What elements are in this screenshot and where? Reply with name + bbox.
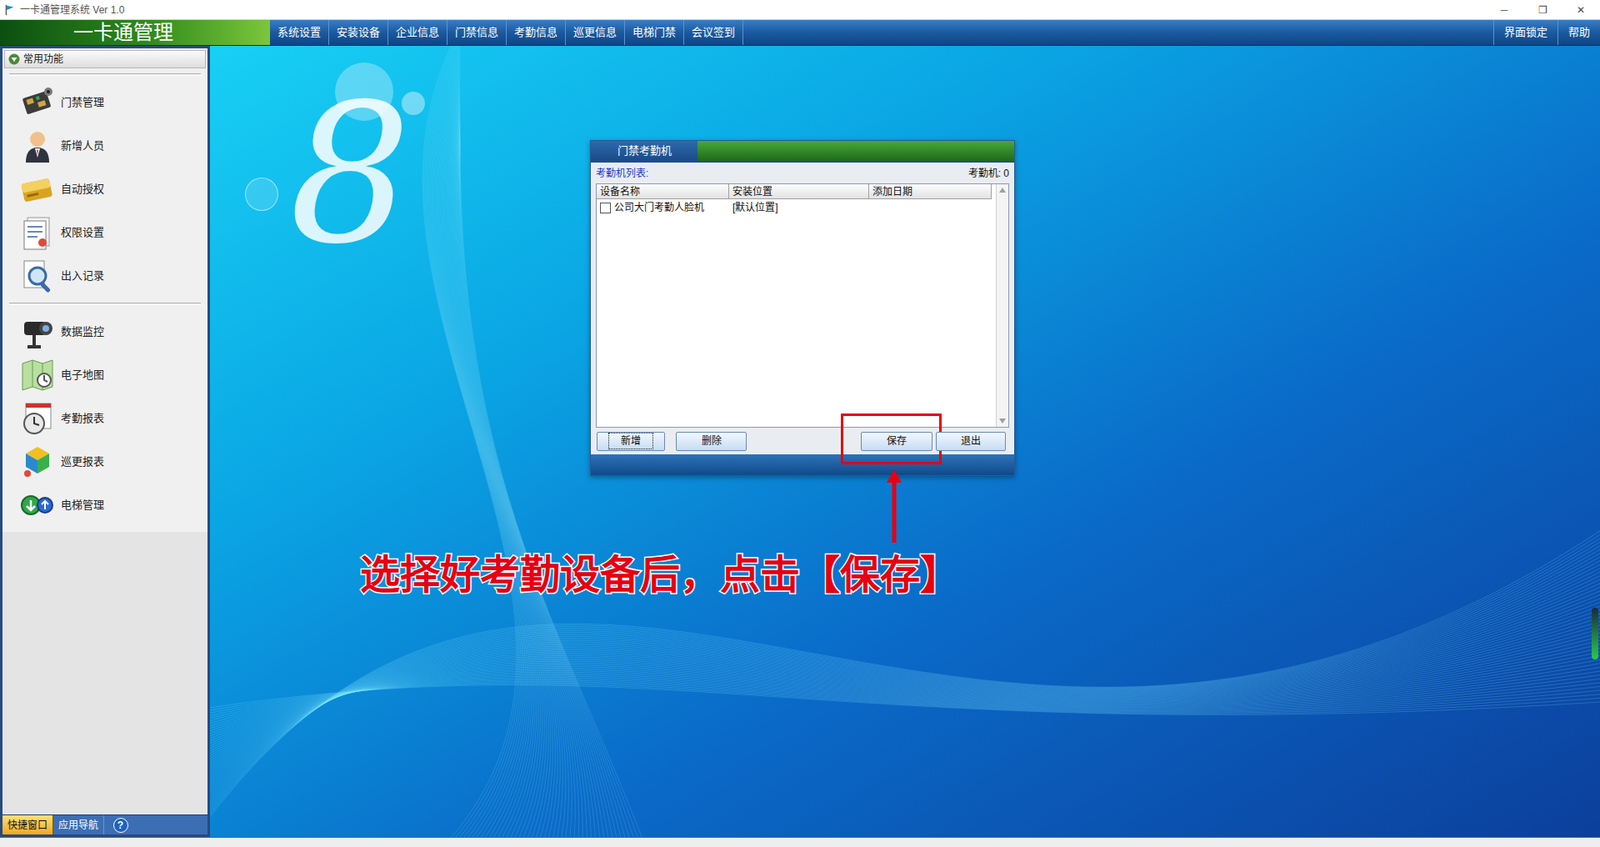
window-title: 一卡通管理系统 Ver 1.0 [20, 2, 125, 18]
dialog-button[interactable]: 新增 [596, 431, 665, 451]
menu-item[interactable]: 安装设备 [329, 20, 389, 45]
sidebar-item-label: 考勤报表 [60, 410, 105, 427]
help-tab[interactable]: ? [103, 815, 137, 835]
sidebar-item-icon [17, 257, 58, 295]
bubble-graphic [245, 177, 279, 211]
annotation-text: 选择好考勤设备后，点击【保存】 [360, 550, 960, 600]
sidebar-item[interactable]: 巡更报表 [2, 440, 208, 484]
sidebar-item[interactable]: 门禁管理 [2, 80, 208, 125]
table-row[interactable]: 公司大门考勤人脸机 [默认位置] [596, 199, 996, 216]
menu-item[interactable]: 门禁信息 [447, 20, 507, 45]
sidebar-item[interactable]: 权限设置 [2, 210, 208, 255]
dialog-header: 门禁考勤机 [590, 140, 1015, 163]
menu-right-item[interactable]: 界面锁定 [1493, 20, 1558, 45]
help-icon: ? [113, 817, 129, 833]
sidebar-tab[interactable]: 快捷窗口 [2, 815, 54, 835]
table-cell: 公司大门考勤人脸机 [596, 200, 730, 215]
title-bar: 一卡通管理系统 Ver 1.0 ─❐✕ [0, 0, 1600, 20]
scrollbar[interactable] [995, 184, 1009, 427]
sidebar: 常用功能门禁管理新增人员自动授权权限设置出入记录数据监控电子地图考勤报表巡更报表… [0, 45, 210, 837]
close-button[interactable]: ✕ [1561, 0, 1600, 20]
sidebar-separator [9, 73, 201, 76]
sidebar-item[interactable]: 电子地图 [2, 353, 208, 397]
sidebar-item-icon [17, 84, 58, 121]
menu-item[interactable]: 企业信息 [388, 20, 448, 45]
sidebar-item-icon [17, 214, 58, 251]
button-row: 新增 删除 保存 退出 [590, 427, 1015, 455]
sidebar-item-label: 自动授权 [60, 180, 105, 198]
menu-right-item[interactable]: 帮助 [1557, 20, 1600, 45]
list-label: 考勤机列表: [595, 165, 649, 181]
side-indicator [1591, 607, 1599, 660]
sidebar-item-icon [17, 313, 58, 350]
column-header[interactable]: 设备名称 [596, 184, 730, 200]
minimize-button[interactable]: ─ [1485, 0, 1524, 20]
dialog-tab[interactable]: 门禁考勤机 [590, 140, 698, 161]
flag-icon [3, 3, 17, 17]
sidebar-item-label: 巡更报表 [60, 453, 105, 470]
sidebar-list: 门禁管理新增人员自动授权权限设置出入记录数据监控电子地图考勤报表巡更报表电梯管理 [2, 68, 208, 532]
restore-button[interactable]: ❐ [1523, 0, 1562, 20]
sidebar-item-label: 电梯管理 [60, 496, 105, 514]
sidebar-item-label: 新增人员 [60, 137, 105, 155]
menu-item[interactable]: 会议签到 [684, 20, 744, 45]
sidebar-item-icon [17, 170, 58, 208]
sidebar-item-icon [17, 356, 58, 394]
sidebar-tabs: 快捷窗口应用导航? [2, 814, 208, 835]
sidebar-item-icon [17, 443, 58, 480]
device-table: 设备名称安装位置添加日期公司大门考勤人脸机[默认位置] [595, 183, 1010, 428]
dialog-button[interactable]: 保存 [860, 431, 933, 451]
dialog-button[interactable]: 删除 [675, 431, 747, 451]
button-label: 退出 [948, 432, 994, 450]
row-checkbox[interactable] [600, 202, 611, 214]
cell-text: 公司大门考勤人脸机 [614, 200, 705, 215]
sidebar-item[interactable]: 出入记录 [2, 254, 208, 298]
menu-item[interactable]: 电梯门禁 [625, 20, 685, 45]
scroll-down-icon[interactable] [999, 418, 1006, 424]
sidebar-item[interactable]: 考勤报表 [2, 396, 208, 440]
sidebar-tab[interactable]: 应用导航 [53, 815, 104, 835]
dialog-footer [590, 454, 1015, 475]
sidebar-item-label: 门禁管理 [60, 94, 105, 111]
sidebar-item[interactable]: 自动授权 [2, 167, 208, 211]
sidebar-item[interactable]: 电梯管理 [2, 483, 208, 527]
sidebar-separator [9, 302, 201, 305]
column-header[interactable]: 添加日期 [869, 184, 992, 200]
menu-item[interactable]: 考勤信息 [506, 20, 566, 45]
sidebar-item-label: 电子地图 [60, 366, 105, 384]
sidebar-item-label: 出入记录 [60, 267, 105, 285]
column-header[interactable]: 安装位置 [729, 184, 870, 200]
device-count: 考勤机: 0 [968, 165, 1010, 181]
sidebar-item-label: 权限设置 [60, 224, 105, 241]
desktop-logo: 8 [289, 79, 411, 271]
menu-item[interactable]: 巡更信息 [565, 20, 625, 45]
sidebar-title: 常用功能 [23, 51, 64, 67]
status-strip [0, 836, 1600, 847]
desktop: 8门禁考勤机考勤机列表:考勤机: 0设备名称安装位置添加日期公司大门考勤人脸机[… [210, 45, 1600, 837]
scroll-up-icon[interactable] [999, 187, 1006, 193]
sidebar-item-icon [17, 127, 58, 165]
sidebar-item[interactable]: 新增人员 [2, 124, 208, 168]
collapse-icon[interactable] [8, 53, 20, 65]
sidebar-item-icon [17, 400, 58, 437]
cell-text: [默认位置] [732, 200, 779, 215]
menu-bar: 一卡通管理系统设置安装设备企业信息门禁信息考勤信息巡更信息电梯门禁会议签到 界面锁… [0, 20, 1600, 46]
button-label: 删除 [689, 432, 735, 450]
sidebar-item-icon [17, 486, 58, 524]
table-cell: [默认位置] [729, 200, 870, 215]
list-label-row: 考勤机列表: 考勤机: 0 [590, 162, 1015, 184]
dialog-button[interactable]: 退出 [935, 431, 1006, 451]
menu-item[interactable]: 系统设置 [270, 20, 330, 45]
button-label: 新增 [608, 432, 654, 450]
arrow-icon [885, 467, 904, 545]
sidebar-item[interactable]: 数据监控 [2, 310, 208, 354]
table-header: 设备名称安装位置添加日期 [596, 184, 996, 200]
app-logo: 一卡通管理 [0, 20, 270, 45]
sidebar-header[interactable]: 常用功能 [4, 50, 206, 69]
sidebar-item-label: 数据监控 [60, 323, 105, 340]
button-label: 保存 [874, 432, 920, 450]
attendance-dialog: 门禁考勤机考勤机列表:考勤机: 0设备名称安装位置添加日期公司大门考勤人脸机[默… [590, 140, 1015, 476]
